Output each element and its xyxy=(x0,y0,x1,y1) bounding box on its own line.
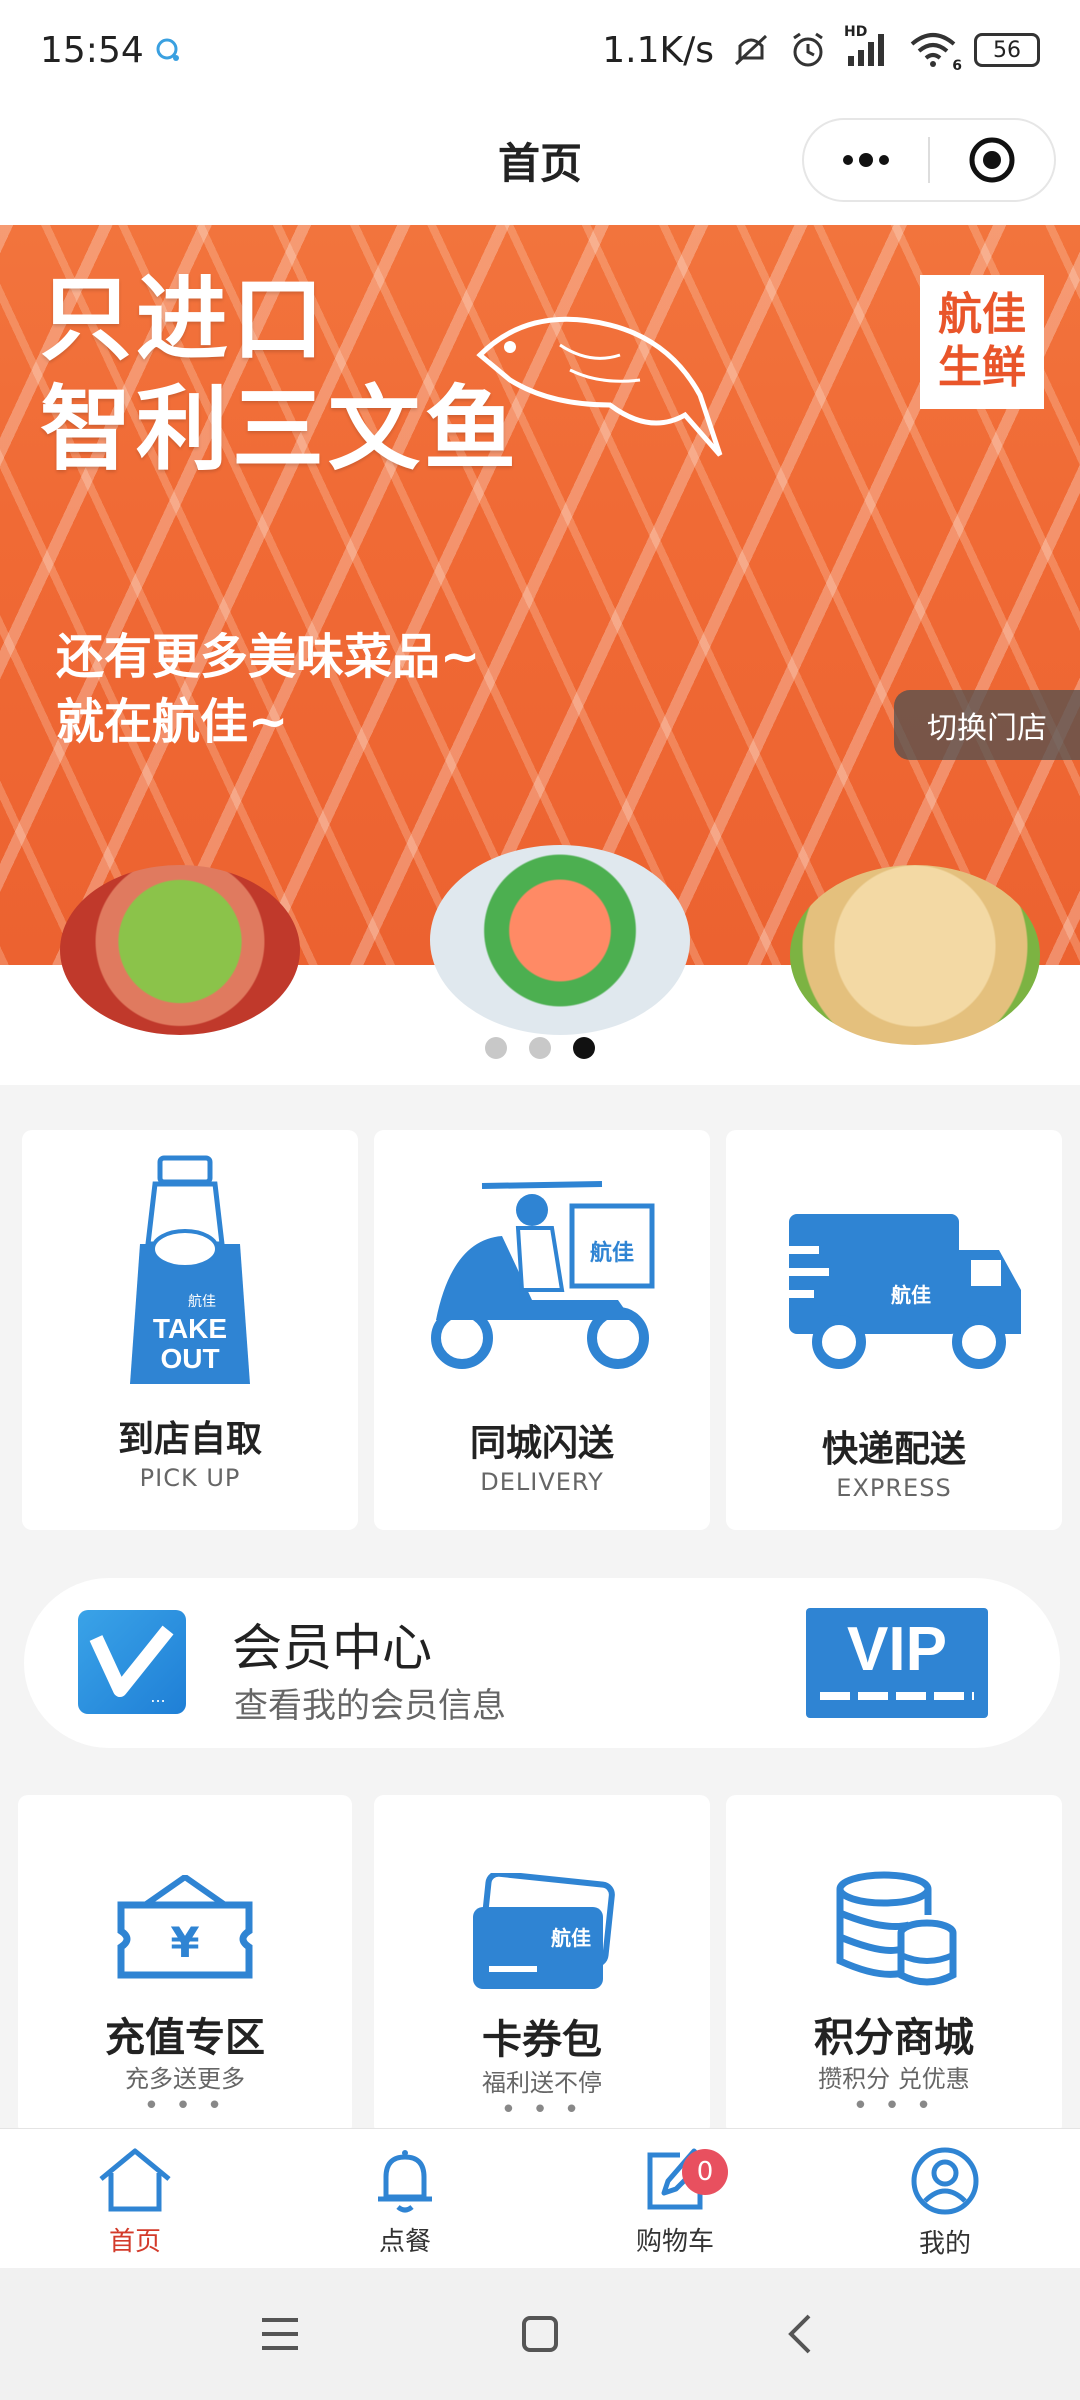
truck-icon: 航佳 xyxy=(726,1210,1062,1380)
cart-count-badge: 0 xyxy=(682,2149,728,2195)
delivery-title: 同城闪送 xyxy=(469,1423,614,1464)
recharge-more-dots: • • • xyxy=(143,2091,227,2121)
points-mall-title: 积分商城 xyxy=(814,2015,974,2061)
recent-apps-button[interactable] xyxy=(240,2294,320,2374)
member-center-subtitle: 查看我的会员信息 xyxy=(234,1686,506,1726)
express-title: 快递配送 xyxy=(821,1429,966,1470)
scooter-delivery-icon: 航佳 xyxy=(374,1180,710,1380)
wifi-icon xyxy=(910,33,956,67)
svg-text:VIP: VIP xyxy=(847,1615,947,1684)
tab-cart-label: 购物车 xyxy=(635,2227,714,2257)
points-mall-subtitle: 攒积分 兑优惠 xyxy=(818,2065,970,2093)
delivery-subtitle: DELIVERY xyxy=(480,1468,604,1496)
card-wallet-title: 卡券包 xyxy=(482,2017,602,2063)
system-navigation-bar xyxy=(0,2268,1080,2400)
member-logo-icon: ... xyxy=(78,1610,186,1714)
tab-home-label: 首页 xyxy=(108,2227,161,2257)
card-wallet-subtitle: 福利送不停 xyxy=(482,2069,602,2097)
recharge-voucher-icon: ¥ xyxy=(18,1875,352,1985)
carousel-dot[interactable] xyxy=(485,1037,507,1059)
more-menu-button[interactable] xyxy=(804,120,928,200)
menu-lines-icon xyxy=(262,2318,298,2350)
chat-bubble-icon xyxy=(156,38,179,61)
status-time: 15:54 xyxy=(40,29,144,71)
mini-program-header: 首页 xyxy=(0,100,1080,225)
svg-text:¥: ¥ xyxy=(170,1918,199,1967)
svg-text:航佳: 航佳 xyxy=(891,1283,931,1307)
bottom-tab-bar: 首页 点餐 购物车 0 我的 xyxy=(0,2128,1080,2268)
express-card[interactable]: 航佳 快递配送 EXPRESS xyxy=(726,1130,1062,1530)
user-icon xyxy=(911,2147,979,2215)
svg-text:航佳: 航佳 xyxy=(590,1240,634,1266)
points-mall-more-dots: • • • xyxy=(852,2091,936,2121)
card-wallet-more-dots: • • • xyxy=(500,2095,584,2125)
salmon-illustration-icon xyxy=(476,316,723,457)
svg-text:航佳: 航佳 xyxy=(551,1926,591,1950)
pickup-card[interactable]: TAKE OUT 航佳 到店自取 PICK UP xyxy=(22,1130,358,1530)
svg-text:OUT: OUT xyxy=(160,1343,219,1374)
member-center-title: 会员中心 xyxy=(232,1619,432,1677)
banner-subtitle: 还有更多美味菜品~ 就在航佳~ xyxy=(56,629,481,750)
battery-indicator: 56 xyxy=(974,33,1040,67)
carousel-dot-active[interactable] xyxy=(573,1037,595,1059)
tab-cart[interactable]: 购物车 0 xyxy=(540,2129,810,2268)
fried-rice-dish-image xyxy=(790,865,1040,1045)
target-close-icon xyxy=(969,137,1015,183)
sashimi-dish-image xyxy=(430,845,690,1035)
brand-badge: 航佳 生鲜 xyxy=(920,275,1044,409)
menu-capsule xyxy=(802,118,1056,202)
hd-label: HD xyxy=(844,24,868,40)
network-speed: 1.1K/s xyxy=(602,29,714,71)
points-mall-card[interactable]: 积分商城 攒积分 兑优惠 • • • xyxy=(726,1795,1062,2135)
square-home-icon xyxy=(522,2316,558,2352)
vip-badge: VIP xyxy=(806,1608,988,1718)
promo-banner[interactable]: 只进口 智利三文鱼 航佳 生鲜 还有更多美味菜品~ 就在航佳~ 切换门店 xyxy=(0,225,1080,1085)
salad-dish-image xyxy=(60,865,300,1035)
card-wallet-icon: 航佳 xyxy=(374,1873,710,1993)
tab-profile-label: 我的 xyxy=(918,2229,971,2259)
back-chevron-icon xyxy=(788,2314,811,2354)
back-nav-button[interactable] xyxy=(760,2294,840,2374)
svg-text:...: ... xyxy=(150,1687,165,1706)
takeout-bag-icon: TAKE OUT 航佳 xyxy=(22,1154,358,1394)
tab-order[interactable]: 点餐 xyxy=(270,2129,540,2268)
recharge-title: 充值专区 xyxy=(105,2015,265,2061)
pickup-title: 到店自取 xyxy=(117,1419,262,1460)
close-program-button[interactable] xyxy=(930,120,1054,200)
more-dots-icon xyxy=(843,153,889,167)
switch-store-button[interactable]: 切换门店 xyxy=(894,690,1080,760)
tab-order-label: 点餐 xyxy=(378,2227,431,2257)
member-center-card[interactable]: ... 会员中心 查看我的会员信息 VIP xyxy=(24,1578,1060,1748)
bell-icon xyxy=(378,2150,432,2213)
alarm-icon xyxy=(793,32,823,67)
tab-home[interactable]: 首页 xyxy=(0,2129,270,2268)
pickup-subtitle: PICK UP xyxy=(139,1464,241,1492)
status-bar: 15:54 1.1K/s HD 6 56 xyxy=(0,0,1080,100)
recharge-card[interactable]: ¥ 充值专区 充多送更多 • • • xyxy=(18,1795,352,2135)
express-subtitle: EXPRESS xyxy=(836,1474,952,1502)
delivery-card[interactable]: 航佳 同城闪送 DELIVERY xyxy=(374,1130,710,1530)
recharge-subtitle: 充多送更多 xyxy=(125,2065,245,2093)
banner-headline: 只进口 智利三文鱼 xyxy=(40,266,521,484)
card-wallet-card[interactable]: 航佳 卡券包 福利送不停 • • • xyxy=(374,1795,710,2135)
carousel-indicator xyxy=(0,1037,1080,1059)
tab-profile[interactable]: 我的 xyxy=(810,2129,1080,2268)
svg-text:TAKE: TAKE xyxy=(153,1313,227,1344)
mute-icon xyxy=(734,34,768,66)
coin-stack-icon xyxy=(726,1871,1062,1991)
carousel-dot[interactable] xyxy=(529,1037,551,1059)
svg-text:航佳: 航佳 xyxy=(188,1294,216,1310)
home-nav-button[interactable] xyxy=(500,2294,580,2374)
wifi-6-label: 6 xyxy=(952,58,962,74)
home-icon xyxy=(99,2148,171,2212)
